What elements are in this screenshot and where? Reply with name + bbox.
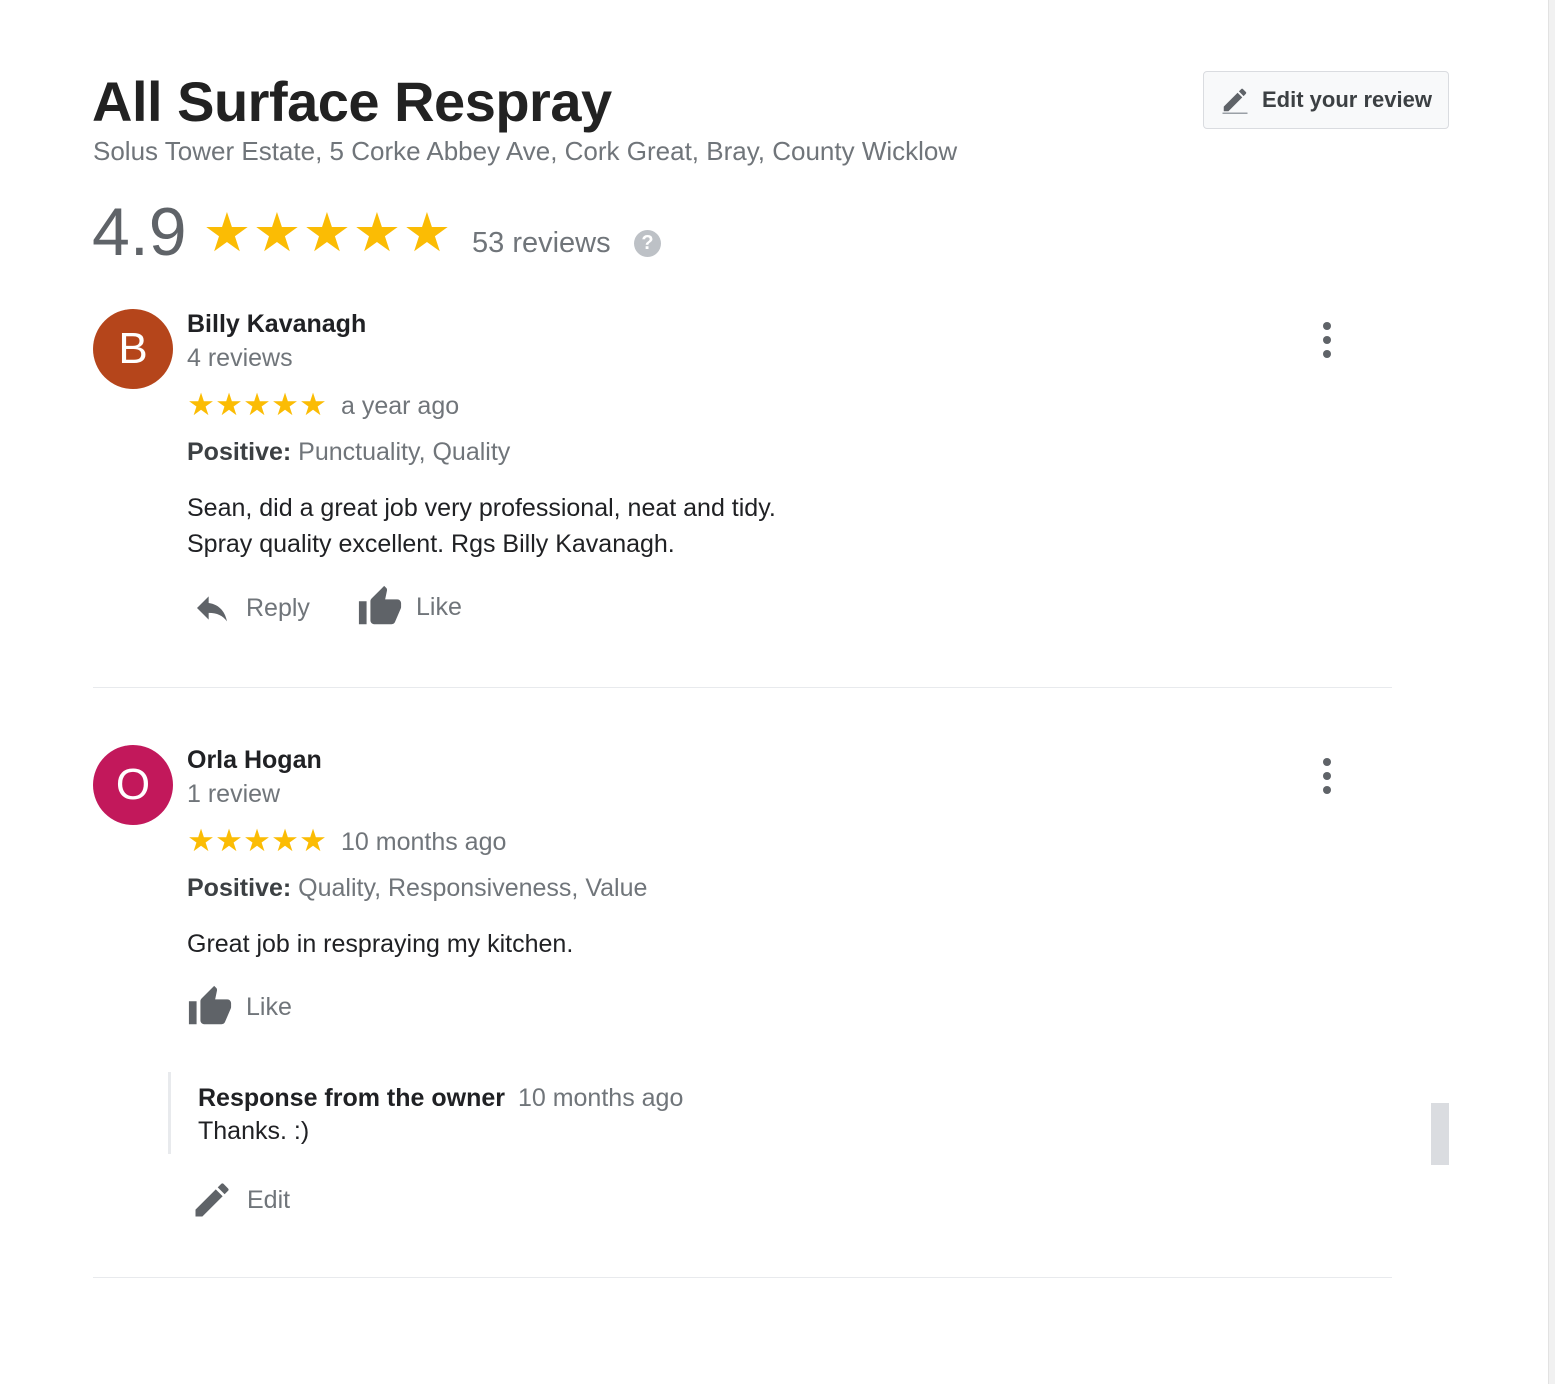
reviewer-review-count[interactable]: 4 reviews <box>187 343 293 373</box>
like-button[interactable]: Like <box>186 984 292 1030</box>
like-label: Like <box>416 593 462 621</box>
review-text-line: Great job in respraying my kitchen. <box>187 930 574 958</box>
like-label: Like <box>246 993 292 1021</box>
total-reviews-count[interactable]: 53 reviews <box>472 225 611 261</box>
more-options-button[interactable] <box>1314 756 1340 796</box>
more-vert-icon-dot <box>1323 350 1331 358</box>
positive-label: Positive: <box>187 874 292 902</box>
review-text: Sean, did a great job very professional,… <box>187 490 776 562</box>
star-icon: ★ <box>187 823 215 858</box>
thumb-up-icon <box>188 985 232 1025</box>
star-icon: ★ <box>243 823 271 858</box>
review-date: a year ago <box>341 392 460 420</box>
avatar[interactable]: O <box>93 745 173 825</box>
review-text: Great job in respraying my kitchen. <box>187 926 573 962</box>
review-date: 10 months ago <box>341 828 507 856</box>
average-rating: 4.9 <box>92 194 187 270</box>
review-rating-stars: ★ ★ ★ ★ ★ <box>187 825 327 856</box>
more-vert-icon-dot <box>1323 336 1331 344</box>
more-vert-icon-dot <box>1323 758 1331 766</box>
star-icon: ★ <box>243 387 271 422</box>
star-icon: ★ <box>271 387 299 422</box>
star-icon: ★ <box>187 387 215 422</box>
reviewer-name[interactable]: Orla Hogan <box>187 745 322 775</box>
owner-response: Response from the owner 10 months ago Th… <box>168 1072 868 1154</box>
reviews-page: All Surface Respray Solus Tower Estate, … <box>0 0 1555 1384</box>
edit-your-review-label: Edit your review <box>1262 87 1432 112</box>
like-button[interactable]: Like <box>356 584 462 630</box>
review-text-line: Sean, did a great job very professional,… <box>187 494 776 522</box>
review-divider <box>93 1277 1392 1278</box>
window-edge <box>1548 0 1555 1384</box>
help-icon[interactable]: ? <box>634 230 661 257</box>
reply-label: Reply <box>246 594 310 622</box>
star-icon: ★ <box>271 823 299 858</box>
owner-response-text: Thanks. :) <box>198 1117 310 1145</box>
edit-label: Edit <box>247 1186 291 1214</box>
edit-response-button[interactable]: Edit <box>190 1178 290 1222</box>
star-icon: ★ <box>302 203 352 263</box>
thumb-up-icon <box>358 585 402 625</box>
star-icon: ★ <box>299 387 327 422</box>
star-icon: ★ <box>299 823 327 858</box>
review-text-line: Spray quality excellent. Rgs Billy Kavan… <box>187 530 675 558</box>
more-options-button[interactable] <box>1314 320 1340 360</box>
review-positive-attributes: Positive: Quality, Responsiveness, Value <box>187 873 647 903</box>
edit-your-review-button[interactable]: Edit your review <box>1203 71 1449 129</box>
owner-response-header: Response from the owner 10 months ago <box>198 1082 868 1114</box>
business-name: All Surface Respray <box>92 70 612 133</box>
positive-values: Quality, Responsiveness, Value <box>298 874 648 902</box>
positive-label: Positive: <box>187 438 292 466</box>
reviewer-name[interactable]: Billy Kavanagh <box>187 309 366 339</box>
review-positive-attributes: Positive: Punctuality, Quality <box>187 437 510 467</box>
reviewer-review-count[interactable]: 1 review <box>187 779 280 809</box>
reply-arrow-icon <box>197 596 227 622</box>
pencil-icon <box>1222 88 1248 114</box>
avatar[interactable]: B <box>93 309 173 389</box>
more-vert-icon-dot <box>1323 322 1331 330</box>
more-vert-icon-dot <box>1323 786 1331 794</box>
owner-response-label: Response from the owner <box>198 1084 505 1112</box>
more-vert-icon-dot <box>1323 772 1331 780</box>
review-divider <box>93 687 1392 688</box>
star-icon: ★ <box>252 203 302 263</box>
average-rating-stars: ★ ★ ★ ★ ★ <box>202 206 452 260</box>
pencil-icon <box>195 1183 229 1217</box>
review-rating-stars: ★ ★ ★ ★ ★ <box>187 389 327 420</box>
star-icon: ★ <box>202 203 252 263</box>
scrollbar-thumb[interactable] <box>1431 1103 1449 1165</box>
positive-values: Punctuality, Quality <box>298 438 511 466</box>
star-icon: ★ <box>352 203 402 263</box>
star-icon: ★ <box>402 203 452 263</box>
reply-button[interactable]: Reply <box>190 588 310 628</box>
owner-response-date: 10 months ago <box>517 1084 684 1112</box>
star-icon: ★ <box>215 387 243 422</box>
star-icon: ★ <box>215 823 243 858</box>
business-address: Solus Tower Estate, 5 Corke Abbey Ave, C… <box>93 136 958 166</box>
